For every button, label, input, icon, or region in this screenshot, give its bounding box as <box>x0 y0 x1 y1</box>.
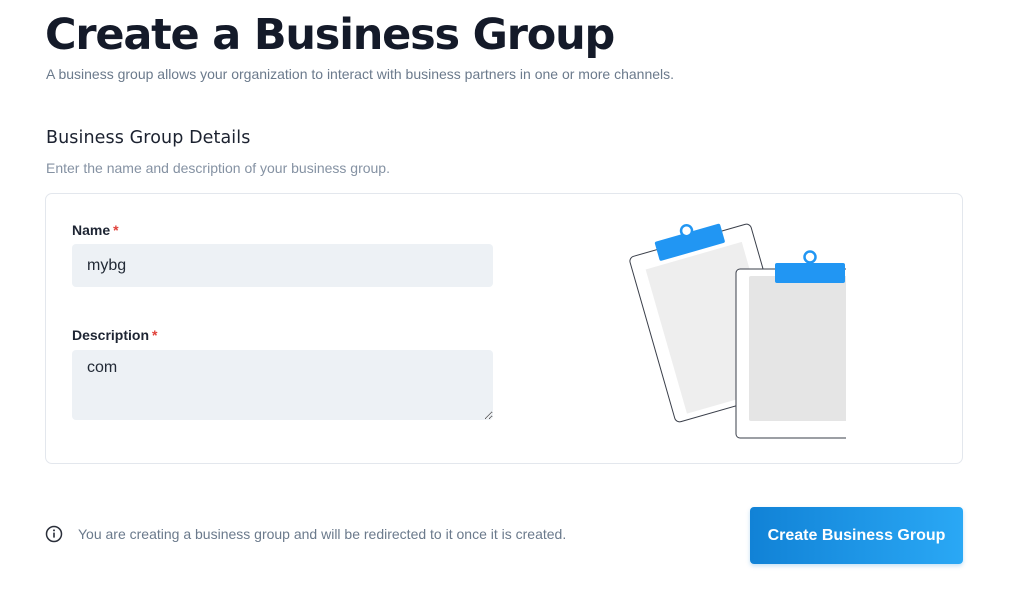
description-label-text: Description <box>72 327 150 343</box>
create-business-group-page: Create a Business Group A business group… <box>0 0 1011 610</box>
page-title: Create a Business Group <box>45 10 615 60</box>
details-form-card: Name* Description* com <box>45 193 963 464</box>
create-business-group-button[interactable]: Create Business Group <box>750 507 963 564</box>
info-text: You are creating a business group and wi… <box>78 526 567 542</box>
description-textarea[interactable]: com <box>72 350 493 420</box>
info-circle-icon <box>45 525 63 543</box>
clipboards-illustration <box>606 212 884 442</box>
required-mark: * <box>113 222 119 238</box>
page-subtitle: A business group allows your organizatio… <box>46 66 675 82</box>
section-title: Business Group Details <box>46 128 251 148</box>
name-label: Name * <box>72 222 119 238</box>
required-mark: * <box>152 327 158 343</box>
info-row: You are creating a business group and wi… <box>45 525 566 543</box>
description-label: Description * <box>72 327 157 343</box>
section-subtitle: Enter the name and description of your b… <box>46 160 390 176</box>
name-label-text: Name <box>72 222 111 238</box>
name-input[interactable] <box>72 244 493 287</box>
